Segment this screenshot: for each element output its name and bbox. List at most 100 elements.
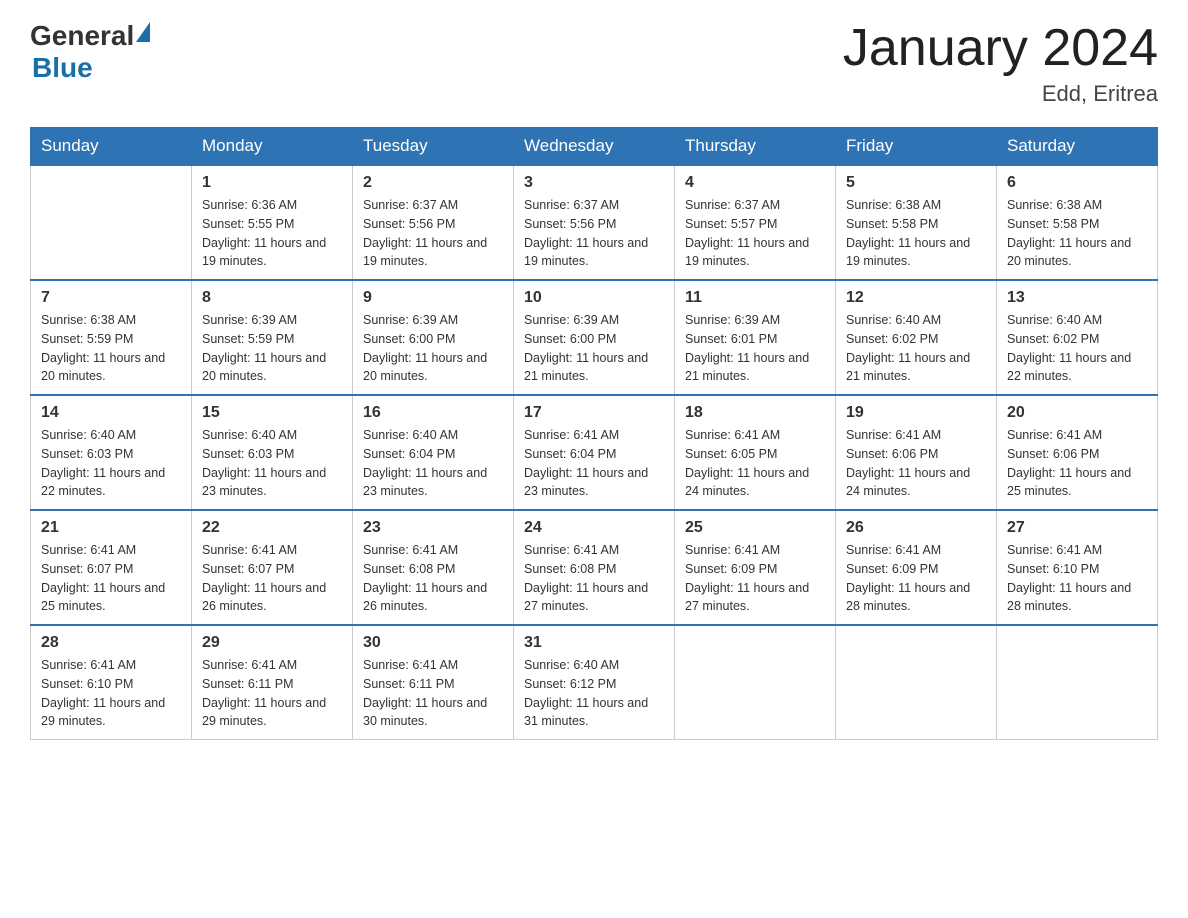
day-number: 18	[685, 404, 825, 422]
day-number: 1	[202, 174, 342, 192]
day-number: 21	[41, 519, 181, 537]
day-number: 31	[524, 634, 664, 652]
day-number: 10	[524, 289, 664, 307]
day-info: Sunrise: 6:41 AMSunset: 6:06 PMDaylight:…	[1007, 426, 1147, 501]
calendar-week-row: 1 Sunrise: 6:36 AMSunset: 5:55 PMDaylight…	[31, 165, 1158, 280]
calendar-cell	[675, 625, 836, 740]
day-number: 22	[202, 519, 342, 537]
day-number: 27	[1007, 519, 1147, 537]
day-number: 11	[685, 289, 825, 307]
logo: General Blue	[30, 20, 150, 84]
day-number: 16	[363, 404, 503, 422]
header-tuesday: Tuesday	[353, 128, 514, 166]
calendar-cell: 26 Sunrise: 6:41 AMSunset: 6:09 PMDayligh…	[836, 510, 997, 625]
day-info: Sunrise: 6:37 AMSunset: 5:56 PMDaylight:…	[363, 196, 503, 271]
calendar-cell: 24Sunrise: 6:41 AMSunset: 6:08 PMDayligh…	[514, 510, 675, 625]
calendar-cell: 31 Sunrise: 6:40 AMSunset: 6:12 PMDayligh…	[514, 625, 675, 740]
calendar-week-row: 28 Sunrise: 6:41 AMSunset: 6:10 PMDayligh…	[31, 625, 1158, 740]
day-info: Sunrise: 6:38 AMSunset: 5:59 PMDaylight:…	[41, 311, 181, 386]
title-section: January 2024 Edd, Eritrea	[843, 20, 1158, 107]
day-info: Sunrise: 6:39 AMSunset: 5:59 PMDaylight:…	[202, 311, 342, 386]
day-info: Sunrise: 6:41 AMSunset: 6:09 PMDaylight:…	[685, 541, 825, 616]
calendar-cell: 4 Sunrise: 6:37 AMSunset: 5:57 PMDaylight…	[675, 165, 836, 280]
day-info: Sunrise: 6:37 AMSunset: 5:57 PMDaylight:…	[685, 196, 825, 271]
calendar-week-row: 7Sunrise: 6:38 AMSunset: 5:59 PMDaylight…	[31, 280, 1158, 395]
calendar-cell: 10 Sunrise: 6:39 AMSunset: 6:00 PMDayligh…	[514, 280, 675, 395]
day-number: 20	[1007, 404, 1147, 422]
logo-triangle-icon	[136, 22, 150, 42]
calendar-cell: 18 Sunrise: 6:41 AMSunset: 6:05 PMDayligh…	[675, 395, 836, 510]
day-number: 15	[202, 404, 342, 422]
calendar-cell: 19 Sunrise: 6:41 AMSunset: 6:06 PMDayligh…	[836, 395, 997, 510]
day-info: Sunrise: 6:38 AMSunset: 5:58 PMDaylight:…	[1007, 196, 1147, 271]
day-number: 12	[846, 289, 986, 307]
day-info: Sunrise: 6:41 AMSunset: 6:07 PMDaylight:…	[41, 541, 181, 616]
calendar-cell: 12 Sunrise: 6:40 AMSunset: 6:02 PMDayligh…	[836, 280, 997, 395]
calendar-cell: 17Sunrise: 6:41 AMSunset: 6:04 PMDayligh…	[514, 395, 675, 510]
day-info: Sunrise: 6:37 AMSunset: 5:56 PMDaylight:…	[524, 196, 664, 271]
calendar-cell: 1 Sunrise: 6:36 AMSunset: 5:55 PMDaylight…	[192, 165, 353, 280]
calendar-cell: 16 Sunrise: 6:40 AMSunset: 6:04 PMDayligh…	[353, 395, 514, 510]
day-info: Sunrise: 6:41 AMSunset: 6:11 PMDaylight:…	[363, 656, 503, 731]
day-info: Sunrise: 6:41 AMSunset: 6:11 PMDaylight:…	[202, 656, 342, 731]
calendar-cell: 28 Sunrise: 6:41 AMSunset: 6:10 PMDayligh…	[31, 625, 192, 740]
day-number: 24	[524, 519, 664, 537]
day-info: Sunrise: 6:41 AMSunset: 6:08 PMDaylight:…	[363, 541, 503, 616]
header-wednesday: Wednesday	[514, 128, 675, 166]
calendar-cell	[31, 165, 192, 280]
day-number: 29	[202, 634, 342, 652]
day-info: Sunrise: 6:41 AMSunset: 6:05 PMDaylight:…	[685, 426, 825, 501]
calendar-cell	[836, 625, 997, 740]
calendar-cell: 23Sunrise: 6:41 AMSunset: 6:08 PMDayligh…	[353, 510, 514, 625]
day-info: Sunrise: 6:41 AMSunset: 6:06 PMDaylight:…	[846, 426, 986, 501]
header-monday: Monday	[192, 128, 353, 166]
day-info: Sunrise: 6:41 AMSunset: 6:09 PMDaylight:…	[846, 541, 986, 616]
day-info: Sunrise: 6:41 AMSunset: 6:10 PMDaylight:…	[41, 656, 181, 731]
calendar-cell: 14Sunrise: 6:40 AMSunset: 6:03 PMDayligh…	[31, 395, 192, 510]
calendar-table: SundayMondayTuesdayWednesdayThursdayFrid…	[30, 127, 1158, 740]
calendar-cell: 9Sunrise: 6:39 AMSunset: 6:00 PMDaylight…	[353, 280, 514, 395]
day-number: 28	[41, 634, 181, 652]
calendar-cell: 29 Sunrise: 6:41 AMSunset: 6:11 PMDayligh…	[192, 625, 353, 740]
day-number: 2	[363, 174, 503, 192]
calendar-cell: 21 Sunrise: 6:41 AMSunset: 6:07 PMDayligh…	[31, 510, 192, 625]
day-number: 6	[1007, 174, 1147, 192]
day-number: 19	[846, 404, 986, 422]
day-number: 8	[202, 289, 342, 307]
calendar-cell: 8 Sunrise: 6:39 AMSunset: 5:59 PMDaylight…	[192, 280, 353, 395]
header-saturday: Saturday	[997, 128, 1158, 166]
calendar-cell: 3 Sunrise: 6:37 AMSunset: 5:56 PMDaylight…	[514, 165, 675, 280]
day-info: Sunrise: 6:36 AMSunset: 5:55 PMDaylight:…	[202, 196, 342, 271]
calendar-week-row: 21 Sunrise: 6:41 AMSunset: 6:07 PMDayligh…	[31, 510, 1158, 625]
calendar-cell: 25 Sunrise: 6:41 AMSunset: 6:09 PMDayligh…	[675, 510, 836, 625]
day-info: Sunrise: 6:39 AMSunset: 6:00 PMDaylight:…	[524, 311, 664, 386]
calendar-cell: 15Sunrise: 6:40 AMSunset: 6:03 PMDayligh…	[192, 395, 353, 510]
day-number: 25	[685, 519, 825, 537]
day-info: Sunrise: 6:40 AMSunset: 6:04 PMDaylight:…	[363, 426, 503, 501]
location-title: Edd, Eritrea	[843, 81, 1158, 107]
logo-general-text: General	[30, 20, 134, 52]
calendar-cell: 7Sunrise: 6:38 AMSunset: 5:59 PMDaylight…	[31, 280, 192, 395]
day-info: Sunrise: 6:38 AMSunset: 5:58 PMDaylight:…	[846, 196, 986, 271]
calendar-cell: 6 Sunrise: 6:38 AMSunset: 5:58 PMDaylight…	[997, 165, 1158, 280]
calendar-cell	[997, 625, 1158, 740]
header-thursday: Thursday	[675, 128, 836, 166]
day-info: Sunrise: 6:39 AMSunset: 6:01 PMDaylight:…	[685, 311, 825, 386]
day-number: 5	[846, 174, 986, 192]
day-number: 26	[846, 519, 986, 537]
day-number: 3	[524, 174, 664, 192]
calendar-cell: 22 Sunrise: 6:41 AMSunset: 6:07 PMDayligh…	[192, 510, 353, 625]
day-info: Sunrise: 6:40 AMSunset: 6:12 PMDaylight:…	[524, 656, 664, 731]
day-number: 4	[685, 174, 825, 192]
calendar-cell: 27Sunrise: 6:41 AMSunset: 6:10 PMDayligh…	[997, 510, 1158, 625]
calendar-cell: 30Sunrise: 6:41 AMSunset: 6:11 PMDayligh…	[353, 625, 514, 740]
day-info: Sunrise: 6:40 AMSunset: 6:03 PMDaylight:…	[41, 426, 181, 501]
calendar-week-row: 14Sunrise: 6:40 AMSunset: 6:03 PMDayligh…	[31, 395, 1158, 510]
day-info: Sunrise: 6:40 AMSunset: 6:02 PMDaylight:…	[846, 311, 986, 386]
header-sunday: Sunday	[31, 128, 192, 166]
day-info: Sunrise: 6:40 AMSunset: 6:02 PMDaylight:…	[1007, 311, 1147, 386]
day-number: 13	[1007, 289, 1147, 307]
logo-blue-text: Blue	[32, 52, 93, 84]
month-title: January 2024	[843, 20, 1158, 77]
day-info: Sunrise: 6:41 AMSunset: 6:07 PMDaylight:…	[202, 541, 342, 616]
